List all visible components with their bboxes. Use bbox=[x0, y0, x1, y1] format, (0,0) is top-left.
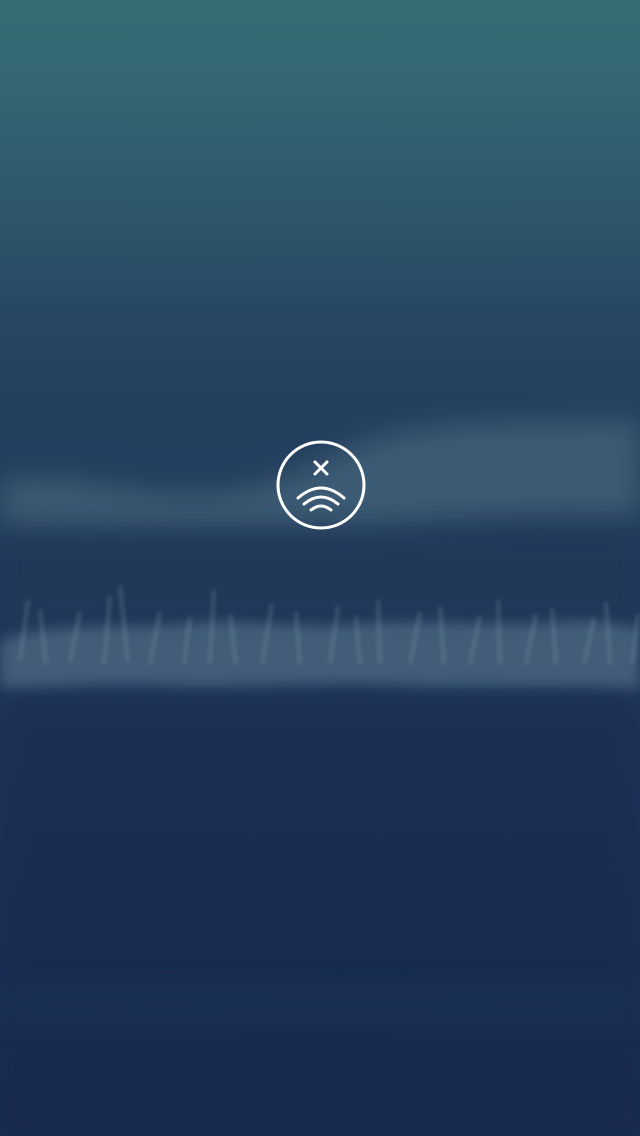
no-connection-indicator bbox=[276, 440, 366, 530]
offline-screen bbox=[0, 0, 640, 1136]
background-image bbox=[0, 0, 640, 1136]
no-connection-icon bbox=[276, 440, 366, 530]
